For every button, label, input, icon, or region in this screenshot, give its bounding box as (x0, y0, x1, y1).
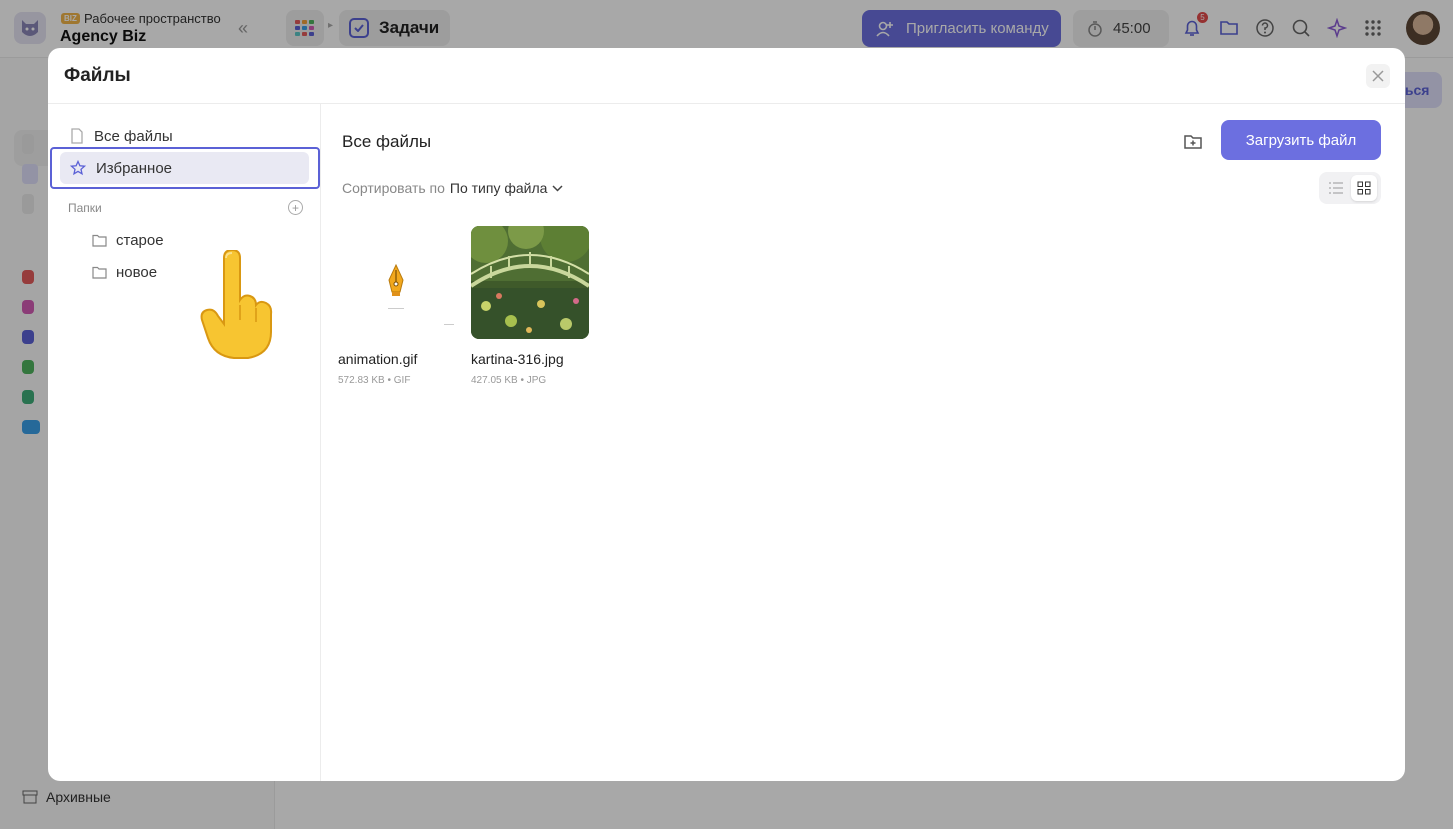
file-name: kartina-316.jpg (471, 351, 564, 367)
sidebar-item-label: Все файлы (94, 127, 173, 145)
folder-icon (92, 234, 107, 247)
folders-label: Папки (68, 201, 102, 215)
pen-nib-icon (388, 264, 404, 296)
add-folder-icon[interactable]: + (288, 200, 303, 215)
file-icon (71, 128, 83, 144)
sort-label: Сортировать по (342, 180, 445, 196)
painting-image (471, 226, 589, 339)
close-icon (1372, 70, 1384, 82)
files-modal: Файлы Все файлы Избранное Папки + старое… (48, 48, 1405, 781)
thumbnail-divider (444, 324, 454, 325)
section-title: Все файлы (342, 132, 432, 151)
folder-icon (92, 266, 107, 279)
new-folder-icon[interactable] (1179, 128, 1207, 156)
folder-label: старое (116, 231, 164, 249)
file-card[interactable]: animation.gif 572.83 KB • GIF (338, 226, 456, 386)
list-view-icon (1329, 182, 1343, 194)
upload-file-button[interactable]: Загрузить файл (1221, 120, 1381, 160)
file-meta: 572.83 KB • GIF (338, 375, 411, 386)
sort-control[interactable]: Сортировать по По типу файла (342, 180, 563, 196)
thumbnail-divider (388, 308, 404, 309)
modal-header: Файлы (48, 48, 1405, 104)
chevron-down-icon (552, 184, 563, 192)
grid-view-button[interactable] (1351, 175, 1377, 201)
file-card[interactable]: kartina-316.jpg 427.05 KB • JPG (471, 226, 589, 386)
files-sidebar: Все файлы Избранное Папки + старое новое (48, 104, 321, 781)
close-button[interactable] (1366, 64, 1390, 88)
file-thumbnail[interactable] (471, 226, 589, 339)
file-thumbnail[interactable] (338, 226, 456, 339)
file-meta: 427.05 KB • JPG (471, 375, 547, 386)
view-toggle (1319, 172, 1381, 204)
grid-view-icon (1357, 181, 1371, 195)
files-main: Все файлы Загрузить файл Сортировать по … (322, 104, 1405, 781)
folder-label: новое (116, 263, 158, 281)
list-view-button[interactable] (1323, 175, 1349, 201)
modal-title: Файлы (64, 65, 131, 86)
sort-value[interactable]: По типу файла (450, 180, 548, 196)
pointing-hand-cursor-icon (200, 250, 273, 359)
folder-item-new[interactable]: новое (92, 260, 157, 284)
folder-item-old[interactable]: старое (92, 228, 164, 252)
focus-ring (50, 147, 320, 189)
file-name: animation.gif (338, 351, 418, 367)
